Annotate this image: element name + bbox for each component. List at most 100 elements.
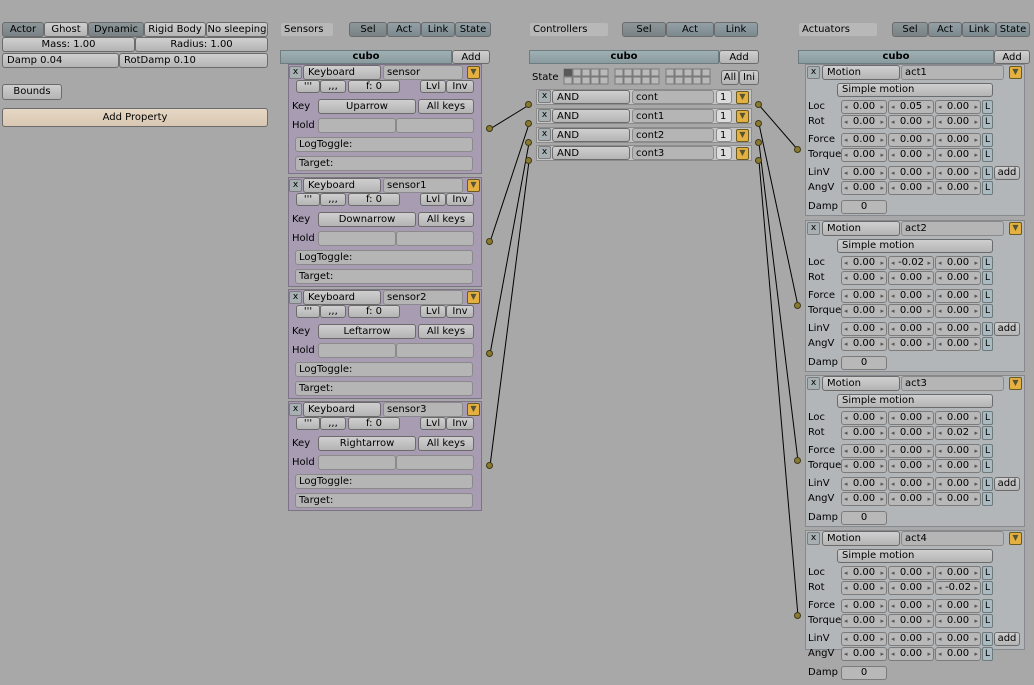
actuator-force-local-button[interactable]: L: [982, 133, 993, 147]
actuator-loc-local-button[interactable]: L: [982, 100, 993, 114]
decrement-arrow-icon[interactable]: ◂: [844, 116, 848, 128]
actuator-linv-value[interactable]: ◂ 0.00 ▸: [841, 477, 887, 491]
actuator-force-value[interactable]: ◂ 0.00 ▸: [841, 133, 887, 147]
controller-input-dot[interactable]: [525, 139, 532, 146]
actuator-torque-value[interactable]: ◂ 0.00 ▸: [841, 148, 887, 162]
sensor-logtoggle-field[interactable]: LogToggle:: [295, 362, 473, 377]
decrement-arrow-icon[interactable]: ◂: [938, 615, 942, 627]
actuator-add-button[interactable]: add: [994, 322, 1020, 336]
increment-arrow-icon[interactable]: ▸: [880, 567, 884, 579]
controller-delete-button[interactable]: x: [538, 146, 551, 159]
actuator-rot-local-button[interactable]: L: [982, 115, 993, 129]
actuator-delete-button[interactable]: x: [807, 532, 820, 545]
actuator-force-local-button[interactable]: L: [982, 444, 993, 458]
actuator-name-field[interactable]: act4: [901, 531, 1004, 546]
actuator-angv-value[interactable]: ◂ 0.00 ▸: [935, 337, 981, 351]
actuator-name-field[interactable]: act1: [901, 65, 1004, 80]
actuator-angv-value[interactable]: ◂ 0.00 ▸: [935, 492, 981, 506]
actuator-linv-value[interactable]: ◂ 0.00 ▸: [935, 166, 981, 180]
actuator-torque-value[interactable]: ◂ 0.00 ▸: [888, 614, 934, 628]
decrement-arrow-icon[interactable]: ◂: [891, 272, 895, 284]
decrement-arrow-icon[interactable]: ◂: [844, 290, 848, 302]
decrement-arrow-icon[interactable]: ◂: [938, 567, 942, 579]
actuator-force-local-button[interactable]: L: [982, 599, 993, 613]
sensor-allkeys-button[interactable]: All keys: [418, 324, 474, 339]
decrement-arrow-icon[interactable]: ◂: [938, 167, 942, 179]
sensor-name-field[interactable]: sensor3: [383, 402, 463, 417]
controller-name-field[interactable]: cont1: [632, 109, 714, 123]
actuator-linv-value[interactable]: ◂ 0.00 ▸: [935, 632, 981, 646]
state-grid[interactable]: [563, 68, 713, 86]
actuator-loc-value[interactable]: ◂ 0.00 ▸: [888, 411, 934, 425]
ghost-toggle[interactable]: Ghost: [44, 22, 88, 37]
sensor-hold-field-2[interactable]: [396, 455, 474, 470]
increment-arrow-icon[interactable]: ▸: [880, 493, 884, 505]
increment-arrow-icon[interactable]: ▸: [974, 648, 978, 660]
increment-arrow-icon[interactable]: ▸: [974, 290, 978, 302]
actuator-add-button[interactable]: add: [994, 632, 1020, 646]
sensor-level-button[interactable]: Lvl: [420, 193, 446, 206]
actuator-torque-value[interactable]: ◂ 0.00 ▸: [935, 459, 981, 473]
increment-arrow-icon[interactable]: ▸: [974, 582, 978, 594]
decrement-arrow-icon[interactable]: ◂: [938, 648, 942, 660]
sensor-delete-button[interactable]: x: [289, 179, 302, 192]
sensor-allkeys-button[interactable]: All keys: [418, 212, 474, 227]
decrement-arrow-icon[interactable]: ◂: [938, 493, 942, 505]
actuator-collapse-icon[interactable]: ▼: [1009, 222, 1022, 235]
sensor-key-button[interactable]: Downarrow: [318, 212, 416, 227]
decrement-arrow-icon[interactable]: ◂: [938, 600, 942, 612]
decrement-arrow-icon[interactable]: ◂: [891, 633, 895, 645]
actuator-rot-value[interactable]: ◂ 0.00 ▸: [841, 115, 887, 129]
actuator-rot-value[interactable]: ◂ 0.00 ▸: [888, 115, 934, 129]
decrement-arrow-icon[interactable]: ◂: [891, 412, 895, 424]
sensor-allkeys-button[interactable]: All keys: [418, 99, 474, 114]
increment-arrow-icon[interactable]: ▸: [880, 600, 884, 612]
decrement-arrow-icon[interactable]: ◂: [844, 493, 848, 505]
sensor-collapse-icon[interactable]: ▼: [467, 403, 480, 416]
controller-output-dot[interactable]: [755, 120, 762, 127]
controller-collapse-icon[interactable]: ▼: [736, 110, 749, 123]
actuator-loc-value[interactable]: ◂ 0.00 ▸: [841, 100, 887, 114]
increment-arrow-icon[interactable]: ▸: [974, 460, 978, 472]
actuator-angv-value[interactable]: ◂ 0.00 ▸: [888, 647, 934, 661]
decrement-arrow-icon[interactable]: ◂: [844, 427, 848, 439]
actuator-rot-local-button[interactable]: L: [982, 426, 993, 440]
sensor-invert-button[interactable]: Inv: [446, 305, 474, 318]
increment-arrow-icon[interactable]: ▸: [927, 567, 931, 579]
actuator-damp-value[interactable]: 0: [841, 200, 887, 214]
actuator-rot-value[interactable]: ◂ 0.00 ▸: [888, 426, 934, 440]
increment-arrow-icon[interactable]: ▸: [927, 633, 931, 645]
increment-arrow-icon[interactable]: ▸: [880, 272, 884, 284]
increment-arrow-icon[interactable]: ▸: [927, 134, 931, 146]
increment-arrow-icon[interactable]: ▸: [974, 101, 978, 113]
increment-arrow-icon[interactable]: ▸: [880, 149, 884, 161]
decrement-arrow-icon[interactable]: ◂: [891, 182, 895, 194]
sensor-target-field[interactable]: Target:: [295, 156, 473, 171]
actuator-angv-value[interactable]: ◂ 0.00 ▸: [841, 337, 887, 351]
actuator-angv-local-button[interactable]: L: [982, 492, 993, 506]
actuator-link-dot[interactable]: [794, 302, 801, 309]
increment-arrow-icon[interactable]: ▸: [880, 412, 884, 424]
controller-output-dot[interactable]: [755, 101, 762, 108]
actuator-loc-value[interactable]: ◂ 0.00 ▸: [935, 566, 981, 580]
sensor-hold-field-2[interactable]: [396, 343, 474, 358]
decrement-arrow-icon[interactable]: ◂: [938, 272, 942, 284]
decrement-arrow-icon[interactable]: ◂: [891, 149, 895, 161]
actuator-rot-value[interactable]: ◂ 0.00 ▸: [841, 581, 887, 595]
decrement-arrow-icon[interactable]: ◂: [844, 167, 848, 179]
actuator-torque-value[interactable]: ◂ 0.00 ▸: [841, 614, 887, 628]
decrement-arrow-icon[interactable]: ◂: [938, 445, 942, 457]
actuator-type-select[interactable]: Motion: [822, 376, 900, 391]
actuator-torque-local-button[interactable]: L: [982, 148, 993, 162]
actuator-linv-local-button[interactable]: L: [982, 322, 993, 336]
damp-slider[interactable]: Damp 0.04: [2, 53, 119, 68]
sensor-pulse-true-button[interactable]: ''': [296, 80, 320, 93]
controller-type-select[interactable]: AND: [552, 90, 630, 104]
actuator-linv-local-button[interactable]: L: [982, 632, 993, 646]
actuator-force-value[interactable]: ◂ 0.00 ▸: [935, 599, 981, 613]
sensor-type-select[interactable]: Keyboard: [303, 290, 381, 305]
increment-arrow-icon[interactable]: ▸: [880, 633, 884, 645]
actuator-type-select[interactable]: Motion: [822, 531, 900, 546]
sensor-pulse-false-button[interactable]: ,,,: [320, 80, 346, 93]
decrement-arrow-icon[interactable]: ◂: [844, 633, 848, 645]
